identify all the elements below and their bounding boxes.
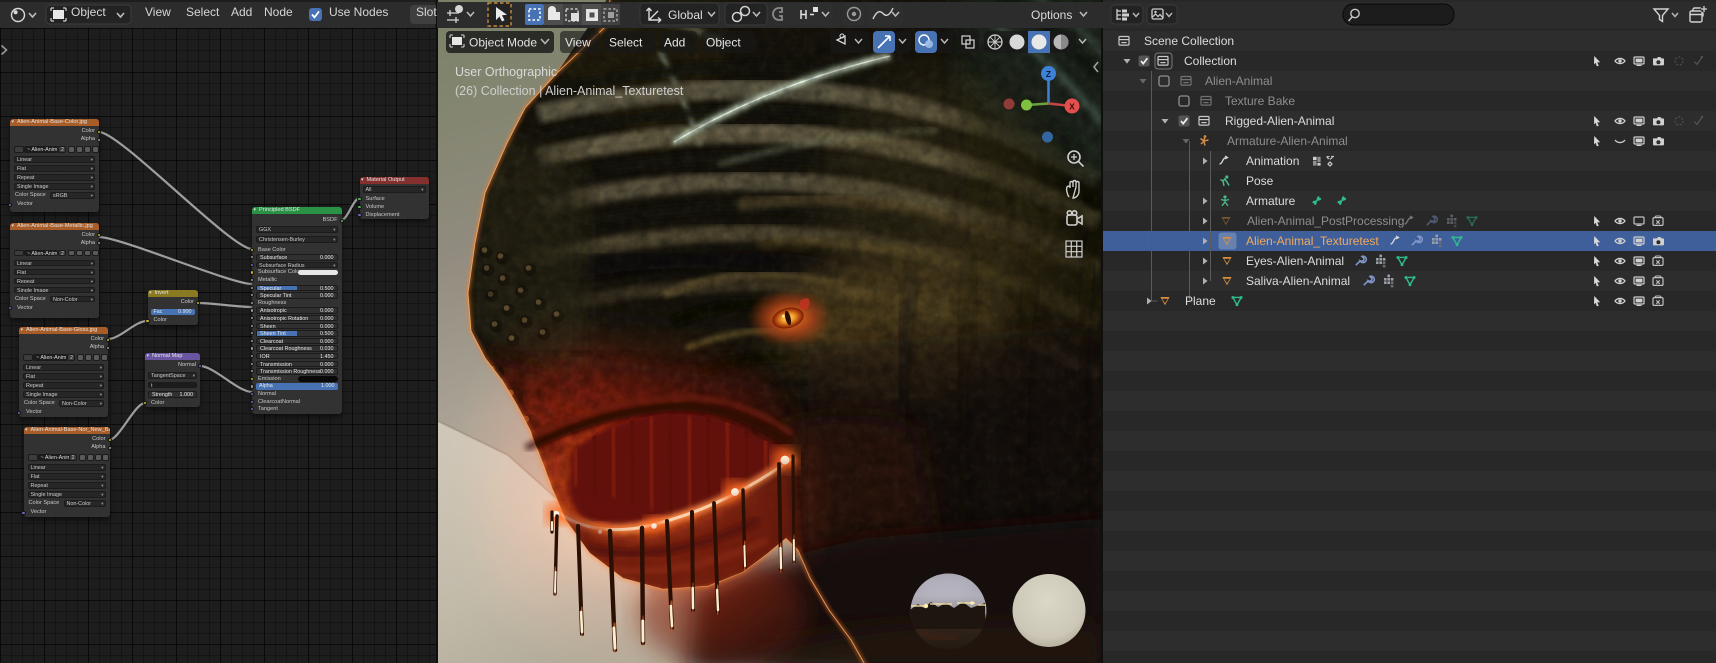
svg-text:User Orthographic: User Orthographic [455, 65, 557, 79]
svg-text:X: X [1069, 102, 1075, 112]
svg-text:Object Mode: Object Mode [469, 36, 537, 50]
svg-text:Options: Options [1031, 8, 1072, 22]
svg-text:Add: Add [664, 36, 685, 50]
svg-text:Z: Z [1046, 69, 1051, 79]
svg-text:(26) Collection | Alien-Animal: (26) Collection | Alien-Animal_Texturete… [455, 84, 684, 98]
svg-text:Select: Select [609, 36, 643, 50]
svg-text:Global: Global [668, 8, 703, 22]
svg-text:Object: Object [706, 36, 741, 50]
svg-text:View: View [565, 36, 591, 50]
